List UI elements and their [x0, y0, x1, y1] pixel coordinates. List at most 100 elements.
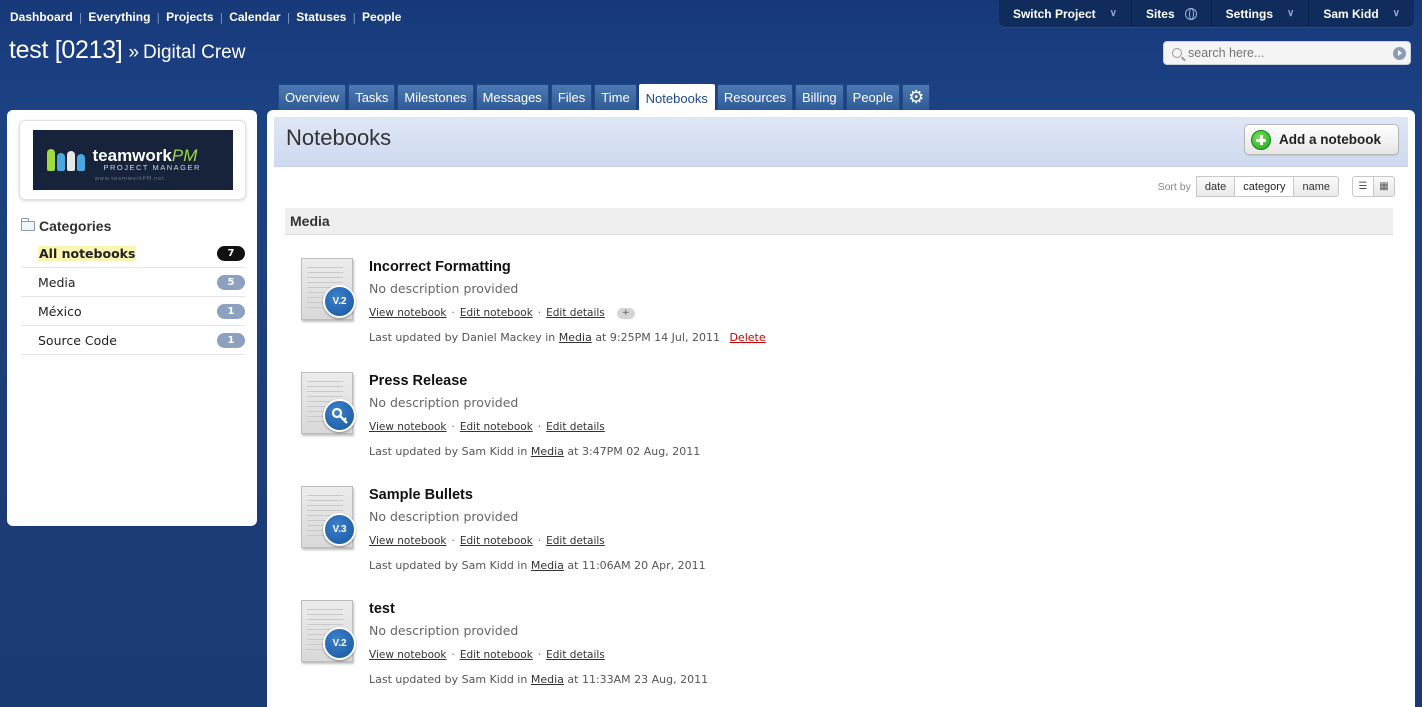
category-source-code[interactable]: Source Code 1 — [21, 326, 245, 355]
tab-messages[interactable]: Messages — [475, 84, 549, 110]
user-name: Sam Kidd — [1323, 6, 1379, 21]
notebook-icon[interactable]: V.2 — [299, 600, 356, 666]
page-title: Notebooks — [286, 125, 392, 150]
notebook-icon[interactable] — [299, 372, 356, 438]
search-go-icon[interactable] — [1393, 46, 1406, 60]
notebook-description: No description provided — [369, 281, 519, 296]
tab-milestones[interactable]: Milestones — [397, 84, 474, 110]
company-link[interactable]: Digital Crew — [143, 42, 245, 63]
notebook-updated: Last updated by Sam Kidd in Media at 11:… — [369, 559, 706, 572]
edit-notebook-link[interactable]: Edit notebook — [460, 649, 533, 661]
nav-everything[interactable]: Everything — [88, 10, 150, 24]
category-label: Media — [38, 274, 76, 290]
category-count-badge: 5 — [217, 274, 245, 290]
chevron-down-icon: ∨ — [1109, 8, 1117, 19]
view-toggle: ☰ ▦ — [1352, 176, 1395, 197]
user-menu[interactable]: Sam Kidd ∨ — [1308, 0, 1414, 27]
notebook-title[interactable]: Incorrect Formatting — [369, 259, 511, 275]
notebook-actions: View notebook · Edit notebook · Edit detai… — [369, 535, 605, 547]
category-link[interactable]: Media — [559, 331, 592, 344]
delete-link[interactable]: Delete — [729, 331, 765, 344]
edit-details-link[interactable]: Edit details — [546, 421, 605, 433]
title-arrow: » — [128, 42, 140, 63]
settings-menu[interactable]: Settings ∨ — [1210, 0, 1309, 27]
sort-bar: Sort by date category name — [1158, 176, 1339, 197]
sort-category-button[interactable]: category — [1234, 176, 1295, 197]
grid-view-icon[interactable]: ▦ — [1373, 176, 1395, 197]
sites-menu[interactable]: Sites — [1130, 0, 1211, 27]
notebook-title[interactable]: Press Release — [369, 373, 467, 389]
edit-details-link[interactable]: Edit details — [546, 535, 605, 547]
edit-details-link[interactable]: Edit details — [546, 307, 605, 319]
notebook-updated: Last updated by Sam Kidd in Media at 11:… — [369, 673, 709, 686]
nav-people[interactable]: People — [362, 10, 401, 24]
tab-overview[interactable]: Overview — [278, 84, 347, 110]
category-label: All notebooks — [38, 245, 137, 261]
switch-project-menu[interactable]: Switch Project ∨ — [999, 0, 1131, 27]
sort-label: Sort by — [1157, 180, 1191, 193]
tab-tasks[interactable]: Tasks — [348, 84, 396, 110]
categories-heading: Categories — [21, 218, 111, 234]
nav-statuses[interactable]: Statuses — [296, 10, 346, 24]
search-icon — [1172, 48, 1182, 58]
top-nav: Dashboard | Everything | Projects | Calenda… — [10, 10, 401, 24]
category-count-badge: 1 — [217, 303, 245, 319]
settings-label: Settings — [1225, 6, 1273, 21]
nav-dashboard[interactable]: Dashboard — [10, 10, 73, 24]
tab-files[interactable]: Files — [550, 84, 593, 110]
nav-separator: | — [156, 10, 161, 24]
tab-resources[interactable]: Resources — [716, 84, 793, 110]
notebook-description: No description provided — [369, 509, 519, 524]
category-media[interactable]: Media 5 — [21, 268, 245, 297]
notebook-description: No description provided — [369, 623, 519, 638]
edit-notebook-link[interactable]: Edit notebook — [460, 421, 533, 433]
view-notebook-link[interactable]: View notebook — [369, 649, 447, 661]
notebook-item: V.3 Sample Bullets No description provid… — [299, 486, 1299, 586]
version-badge: V.3 — [323, 513, 356, 546]
notebook-updated: Last updated by Sam Kidd in Media at 3:4… — [369, 445, 701, 458]
notebook-icon[interactable]: V.3 — [299, 486, 356, 552]
key-icon — [323, 399, 356, 432]
notebook-item: V.2 test No description provided View no… — [299, 600, 1299, 700]
nav-separator: | — [352, 10, 357, 24]
notebook-icon[interactable]: V.2 — [299, 258, 356, 324]
category-link[interactable]: Media — [531, 673, 564, 686]
version-badge: V.2 — [323, 627, 356, 660]
add-notebook-button[interactable]: Add a notebook — [1244, 124, 1399, 155]
edit-details-link[interactable]: Edit details — [546, 649, 605, 661]
project-tabs: Overview Tasks Milestones Messages Files… — [278, 84, 932, 111]
category-link[interactable]: Media — [531, 559, 564, 572]
view-notebook-link[interactable]: View notebook — [369, 307, 447, 319]
sort-name-button[interactable]: name — [1293, 176, 1339, 197]
account-bar: Switch Project ∨ Sites Settings ∨ Sam Ki… — [998, 0, 1414, 27]
logo-url: www.teamworkPM.net — [94, 176, 165, 182]
project-name: test [0213] — [9, 36, 123, 64]
category-all-notebooks[interactable]: All notebooks 7 — [21, 239, 245, 268]
sort-date-button[interactable]: date — [1195, 176, 1236, 197]
gear-icon: ⚙ — [908, 87, 925, 107]
nav-projects[interactable]: Projects — [166, 10, 213, 24]
tab-billing[interactable]: Billing — [794, 84, 844, 110]
edit-notebook-link[interactable]: Edit notebook — [460, 535, 533, 547]
notebook-title[interactable]: test — [369, 601, 395, 617]
view-notebook-link[interactable]: View notebook — [369, 421, 447, 433]
tab-people[interactable]: People — [845, 84, 901, 110]
tab-settings[interactable]: ⚙ — [902, 84, 931, 110]
nav-separator: | — [219, 10, 224, 24]
folder-icon — [21, 218, 35, 231]
notebook-title[interactable]: Sample Bullets — [369, 487, 473, 503]
sites-label: Sites — [1145, 6, 1175, 21]
add-notebook-label: Add a notebook — [1279, 132, 1381, 147]
categories-title: Categories — [39, 218, 112, 234]
category-link[interactable]: Media — [531, 445, 564, 458]
more-options-icon[interactable]: + — [616, 307, 635, 319]
view-notebook-link[interactable]: View notebook — [369, 535, 447, 547]
tab-notebooks[interactable]: Notebooks — [638, 84, 715, 111]
category-label: Source Code — [38, 332, 117, 348]
category-mexico[interactable]: México 1 — [21, 297, 245, 326]
search-input[interactable] — [1188, 46, 1388, 60]
tab-time[interactable]: Time — [594, 84, 637, 110]
edit-notebook-link[interactable]: Edit notebook — [460, 307, 533, 319]
list-view-icon[interactable]: ☰ — [1352, 176, 1374, 197]
nav-calendar[interactable]: Calendar — [229, 10, 280, 24]
